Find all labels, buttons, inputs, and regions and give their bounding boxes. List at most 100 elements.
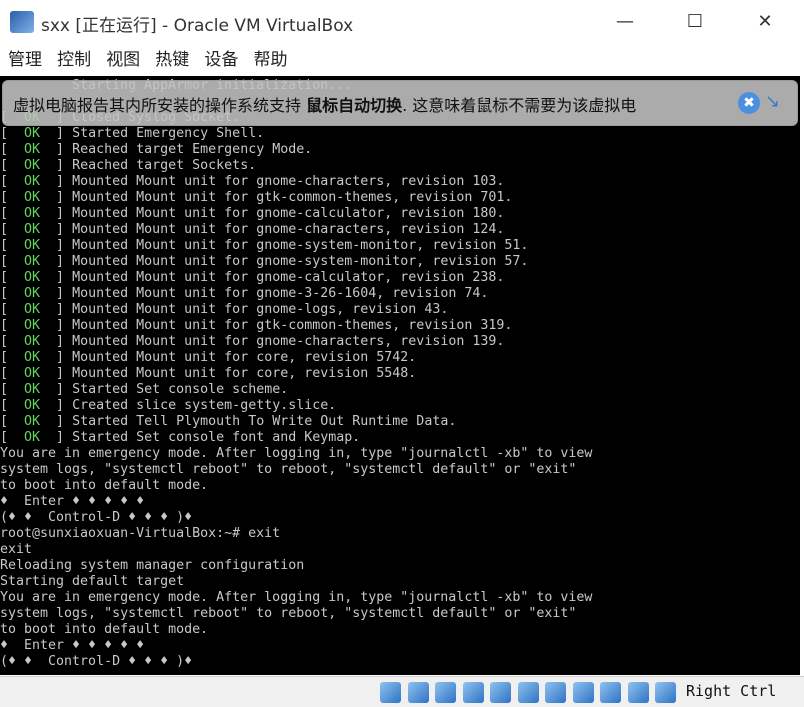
close-button[interactable]: ✕ bbox=[750, 8, 780, 36]
menu-devices[interactable]: 设备 bbox=[204, 46, 238, 74]
video-capture-icon[interactable] bbox=[572, 682, 594, 703]
menu-view[interactable]: 视图 bbox=[106, 46, 140, 74]
console-line-text: You are in emergency mode. After logging… bbox=[0, 590, 593, 605]
ok-bracket: [ bbox=[0, 302, 25, 317]
console-line-text: Mounted Mount unit for gnome-system-moni… bbox=[72, 254, 529, 269]
console-line-text: Mounted Mount unit for gnome-calculator,… bbox=[72, 270, 505, 285]
ok-bracket: ] bbox=[40, 142, 73, 157]
ok-status: OK bbox=[24, 238, 41, 253]
ok-bracket: ] bbox=[40, 382, 73, 397]
ok-bracket: ] bbox=[40, 190, 73, 205]
maximize-button[interactable]: ☐ bbox=[680, 8, 710, 36]
console-line: exit bbox=[0, 542, 592, 558]
console-line-text: Reached target Emergency Mode. bbox=[72, 142, 313, 157]
ok-status: OK bbox=[24, 414, 41, 429]
console-line-text: Mounted Mount unit for gnome-calculator,… bbox=[72, 206, 505, 221]
ok-bracket: ] bbox=[40, 206, 73, 221]
ok-bracket: ] bbox=[40, 222, 73, 237]
cpu-icon[interactable] bbox=[600, 682, 621, 703]
minimize-button[interactable]: — bbox=[610, 8, 640, 36]
console-line-text: Reached target Sockets. bbox=[72, 158, 257, 173]
keyboard-capture-icon[interactable] bbox=[655, 682, 676, 703]
console-line: [ OK ] Mounted Mount unit for gnome-calc… bbox=[0, 270, 592, 286]
hard-disk-icon[interactable] bbox=[380, 682, 401, 703]
ok-bracket: [ bbox=[0, 414, 25, 429]
ok-bracket: ] bbox=[40, 126, 73, 141]
ok-status: OK bbox=[24, 350, 41, 365]
console-line: [ OK ] Started Tell Plymouth To Write Ou… bbox=[0, 414, 592, 430]
console-line-text: Started Set console scheme. bbox=[72, 382, 289, 397]
ok-bracket: [ bbox=[0, 222, 25, 237]
ok-bracket: ] bbox=[40, 238, 73, 253]
menu-hotkeys[interactable]: 热键 bbox=[155, 46, 189, 74]
ok-status: OK bbox=[24, 190, 41, 205]
console-line: [ OK ] Mounted Mount unit for gnome-char… bbox=[0, 174, 592, 190]
mouse-integration-icon[interactable] bbox=[627, 682, 649, 703]
ok-bracket: [ bbox=[0, 158, 25, 173]
optical-disk-icon[interactable] bbox=[407, 682, 429, 703]
ok-bracket: ] bbox=[40, 254, 73, 269]
ok-bracket: [ bbox=[0, 174, 25, 189]
console-line: Starting default target bbox=[0, 574, 592, 590]
network-icon[interactable] bbox=[462, 682, 484, 703]
ok-status: OK bbox=[24, 366, 41, 381]
ok-bracket: [ bbox=[0, 366, 25, 381]
notification-bold: 鼠标自动切换 bbox=[306, 96, 403, 115]
virtualbox-app-icon bbox=[10, 11, 34, 33]
host-key-label: Right Ctrl bbox=[686, 682, 777, 700]
console-line-text: Mounted Mount unit for core, revision 57… bbox=[72, 350, 417, 365]
ok-bracket: [ bbox=[0, 350, 25, 365]
menu-control[interactable]: 控制 bbox=[57, 46, 91, 74]
ok-status: OK bbox=[24, 142, 41, 157]
vm-screen[interactable]: Starting AppArmor initialization... [ OK… bbox=[0, 76, 800, 675]
usb-icon[interactable] bbox=[490, 682, 511, 703]
ok-status: OK bbox=[24, 318, 41, 333]
console-line-text: exit bbox=[0, 542, 33, 557]
console-line: [ OK ] Reached target Sockets. bbox=[0, 158, 592, 174]
console-line-text: system logs, "systemctl reboot" to reboo… bbox=[0, 462, 577, 477]
notification-text: 虚拟电脑报告其内所安装的操作系统支持 鼠标自动切换. 这意味着鼠标不需要为该虚拟… bbox=[13, 92, 636, 116]
console-line: [ OK ] Reached target Emergency Mode. bbox=[0, 142, 592, 158]
ok-status: OK bbox=[24, 174, 41, 189]
console-line-text: Mounted Mount unit for gnome-characters,… bbox=[72, 174, 505, 189]
display-icon[interactable] bbox=[545, 682, 566, 703]
ok-bracket: [ bbox=[0, 190, 25, 205]
ok-bracket: ] bbox=[40, 286, 73, 301]
console-line: root@sunxiaoxuan-VirtualBox:~# exit bbox=[0, 526, 592, 542]
console-line: [ OK ] Mounted Mount unit for gtk-common… bbox=[0, 318, 592, 334]
ok-status: OK bbox=[24, 206, 41, 221]
audio-icon[interactable] bbox=[435, 682, 456, 703]
ok-bracket: ] bbox=[40, 174, 73, 189]
console-line: [ OK ] Mounted Mount unit for gnome-logs… bbox=[0, 302, 592, 318]
console-line: [ OK ] Mounted Mount unit for core, revi… bbox=[0, 366, 592, 382]
menu-machine[interactable]: 管理 bbox=[8, 46, 42, 74]
mouse-integration-notification: 虚拟电脑报告其内所安装的操作系统支持 鼠标自动切换. 这意味着鼠标不需要为该虚拟… bbox=[2, 80, 798, 126]
ok-bracket: [ bbox=[0, 430, 25, 445]
ok-bracket: [ bbox=[0, 382, 25, 397]
console-line: [ OK ] Mounted Mount unit for gnome-3-26… bbox=[0, 286, 592, 302]
ok-bracket: ] bbox=[40, 398, 73, 413]
shared-folders-icon[interactable] bbox=[517, 682, 539, 703]
menu-help[interactable]: 帮助 bbox=[253, 46, 287, 74]
console-line: ♦ Enter ♦ ♦ ♦ ♦ ♦ bbox=[0, 494, 592, 510]
console-line: to boot into default mode. bbox=[0, 478, 592, 494]
console-line-text: Started Set console font and Keymap. bbox=[72, 430, 361, 445]
mouse-integration-icon[interactable]: ↘ bbox=[765, 91, 789, 115]
console-line: You are in emergency mode. After logging… bbox=[0, 446, 592, 462]
ok-bracket: [ bbox=[0, 126, 25, 141]
console-line: to boot into default mode. bbox=[0, 622, 592, 638]
ok-status: OK bbox=[24, 222, 41, 237]
console-line: Reloading system manager configuration bbox=[0, 558, 592, 574]
ok-status: OK bbox=[24, 382, 41, 397]
ok-bracket: [ bbox=[0, 238, 25, 253]
window-edge bbox=[800, 76, 804, 675]
console-line-text: Starting default target bbox=[0, 574, 185, 589]
ok-bracket: ] bbox=[40, 270, 73, 285]
console-line-text: (♦ ♦ Control-D ♦ ♦ ♦ )♦ bbox=[0, 510, 193, 525]
ok-status: OK bbox=[24, 398, 41, 413]
close-notification-icon[interactable]: ✖ bbox=[738, 92, 760, 114]
ok-status: OK bbox=[24, 158, 41, 173]
console-line: [ OK ] Mounted Mount unit for gnome-syst… bbox=[0, 254, 592, 270]
ok-bracket: ] bbox=[40, 350, 73, 365]
menu-bar: 管理 控制 视图 热键 设备 帮助 bbox=[0, 46, 804, 74]
